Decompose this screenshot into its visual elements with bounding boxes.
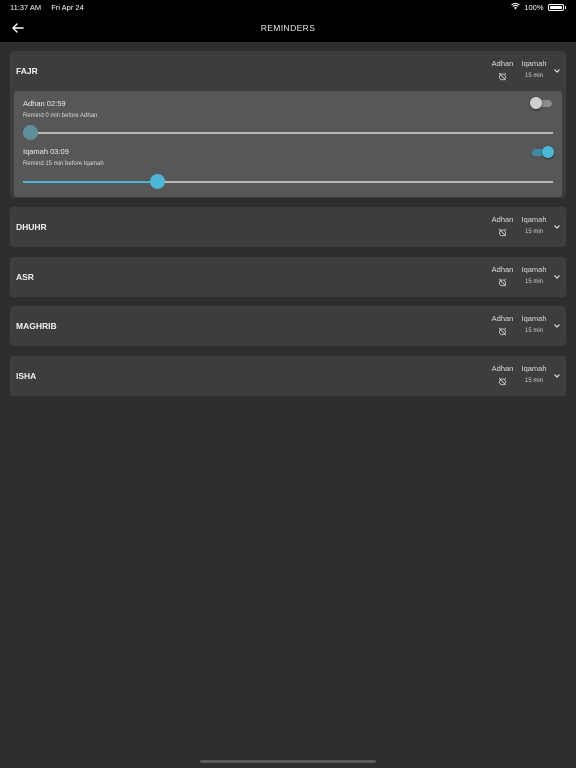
iqamah-offset: 15 min [524,73,543,79]
status-date: Fri Apr 24 [51,2,84,12]
wifi-icon [511,2,521,12]
iqamah-reminder-toggle[interactable] [530,146,554,158]
adhan-label: Adhan [491,265,514,274]
iqamah-column: Iqamah 15 min [518,59,550,79]
iqamah-reminder-label: Iqamah 03:09 [23,147,69,156]
iqamah-label: Iqamah [521,314,547,323]
status-time: 11:37 AM [10,2,42,12]
battery-icon [547,3,564,11]
slider-fill [23,181,158,183]
slider-thumb[interactable] [150,174,166,189]
adhan-column: Adhan [490,265,515,287]
prayer-name: ISHA [16,371,37,381]
iqamah-reminder-subtitle: Remind 15 min before Iqamah [23,161,104,167]
prayer-name: ASR [16,272,34,282]
iqamah-column: Iqamah 15 min [518,314,550,334]
iqamah-column: Iqamah 15 min [518,265,550,285]
chevron-down-icon[interactable] [553,372,561,380]
prayer-card-header[interactable]: ISHA Adhan Iqamah 15 min [10,356,566,396]
home-indicator [200,760,376,763]
toggle-knob [530,97,542,109]
prayer-name: FAJR [16,66,38,76]
chevron-down-icon[interactable] [553,273,561,281]
alarm-off-icon [498,327,507,336]
adhan-reminder-toggle[interactable] [530,97,554,109]
slider-thumb[interactable] [23,125,38,140]
adhan-label: Adhan [491,314,514,323]
iqamah-offset: 15 min [524,279,543,285]
slider-rail [23,132,553,134]
nav-bar: REMINDERS [0,14,576,42]
adhan-column: Adhan [490,314,515,336]
iqamah-label: Iqamah [521,265,547,274]
chevron-down-icon[interactable] [553,322,561,330]
iqamah-offset: 15 min [524,328,543,334]
iqamah-column: Iqamah 15 min [518,215,550,235]
adhan-label: Adhan [491,215,514,224]
adhan-minutes-slider[interactable] [23,125,553,141]
prayer-card-asr: ASR Adhan Iqamah 15 min [10,257,566,297]
adhan-reminder-label: Adhan 02:59 [23,99,66,108]
alarm-off-icon [498,377,507,386]
prayer-card-header[interactable]: ASR Adhan Iqamah 15 min [10,257,566,297]
iqamah-label: Iqamah [521,364,547,373]
prayer-card-fajr: FAJR Adhan Iqamah 15 min Adhan 02:59 Rem… [10,51,566,198]
fajr-reminder-panel: Adhan 02:59 Remind 0 min before Adhan Iq… [14,91,562,197]
toggle-knob [542,146,554,158]
iqamah-minutes-slider[interactable] [23,174,553,190]
prayer-card-header[interactable]: MAGHRIB Adhan Iqamah 15 min [10,306,566,346]
iqamah-label: Iqamah [521,215,547,224]
adhan-label: Adhan [491,364,514,373]
chevron-down-icon[interactable] [553,67,561,75]
prayer-card-header[interactable]: FAJR Adhan Iqamah 15 min [10,51,566,91]
status-bar: 11:37 AM Fri Apr 24 100% [0,0,576,14]
iqamah-offset: 15 min [524,229,543,235]
prayer-card-isha: ISHA Adhan Iqamah 15 min [10,356,566,396]
iqamah-offset: 15 min [524,378,543,384]
adhan-column: Adhan [490,215,515,237]
adhan-column: Adhan [490,364,515,386]
alarm-off-icon [498,278,507,287]
alarm-off-icon [498,72,507,81]
battery-percent: 100% [524,2,544,12]
adhan-column: Adhan [490,59,515,81]
iqamah-label: Iqamah [521,59,547,68]
back-arrow-icon[interactable] [10,20,26,36]
adhan-label: Adhan [491,59,514,68]
page-title: REMINDERS [260,23,316,33]
iqamah-column: Iqamah 15 min [518,364,550,384]
prayer-name: DHUHR [16,222,47,232]
prayer-card-maghrib: MAGHRIB Adhan Iqamah 15 min [10,306,566,346]
adhan-reminder-subtitle: Remind 0 min before Adhan [23,113,98,119]
alarm-off-icon [498,228,507,237]
prayer-card-dhuhr: DHUHR Adhan Iqamah 15 min [10,207,566,247]
prayer-card-header[interactable]: DHUHR Adhan Iqamah 15 min [10,207,566,247]
prayer-name: MAGHRIB [16,321,57,331]
chevron-down-icon[interactable] [553,223,561,231]
